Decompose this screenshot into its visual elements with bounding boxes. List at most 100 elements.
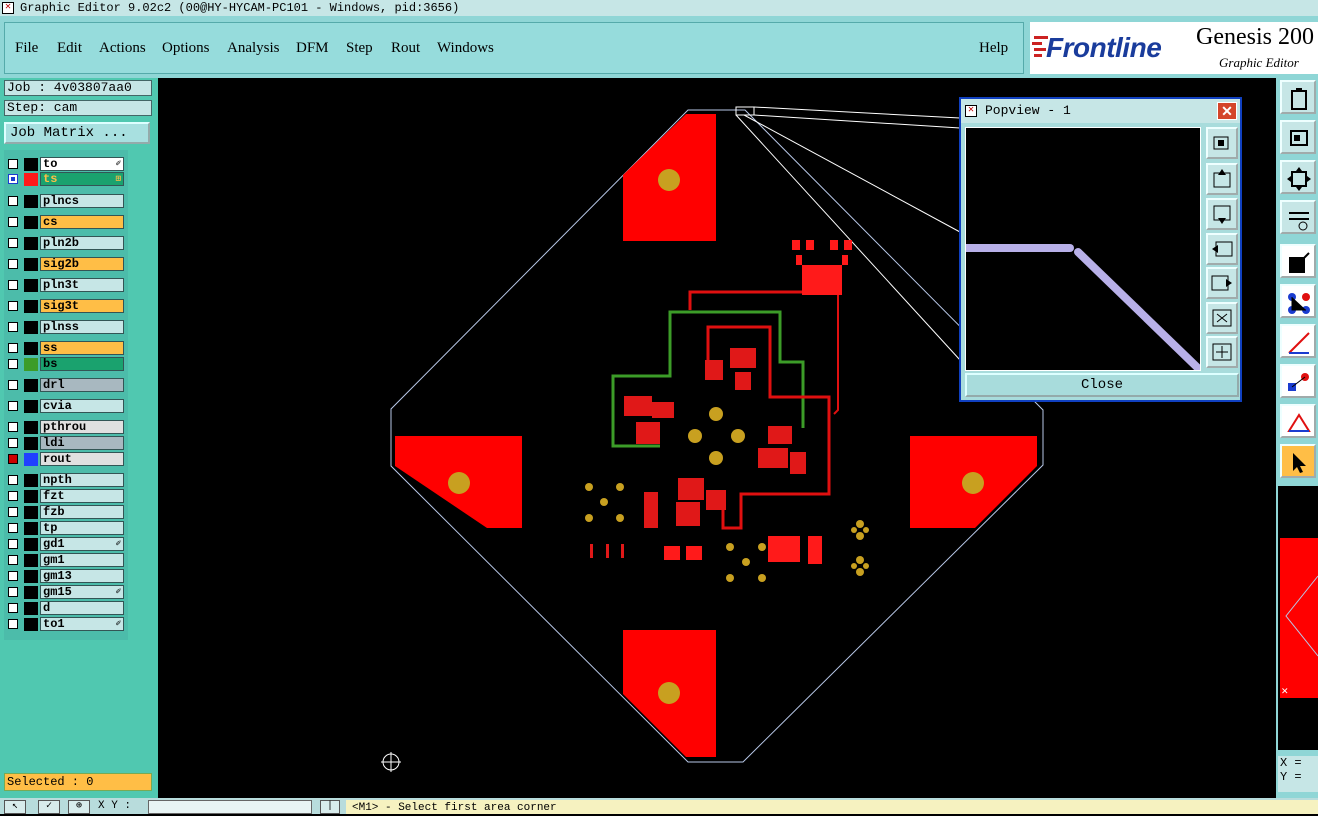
menu-step[interactable]: Step (346, 40, 373, 57)
layer-checkbox[interactable] (8, 401, 18, 411)
zoom-home-icon[interactable] (1280, 160, 1316, 194)
layer-row[interactable]: pln2b (4, 236, 126, 251)
pan-left-icon[interactable] (1206, 233, 1238, 265)
layer-name[interactable]: gm13 (40, 569, 124, 583)
pointer-icon[interactable] (1280, 444, 1316, 478)
layer-row[interactable]: cs (4, 215, 126, 230)
layer-checkbox[interactable] (8, 507, 18, 517)
check-icon[interactable]: ✓ (38, 800, 60, 814)
layer-name[interactable]: rout (40, 452, 124, 466)
layer-color-swatch[interactable] (24, 618, 38, 631)
layer-row[interactable]: ss (4, 341, 126, 356)
menu-windows[interactable]: Windows (437, 40, 494, 57)
layer-row[interactable]: gm13 (4, 569, 126, 584)
popview-close-icon[interactable]: ✕ (1217, 102, 1237, 120)
menu-edit[interactable]: Edit (57, 40, 82, 57)
layer-name[interactable]: npth (40, 473, 124, 487)
layer-color-swatch[interactable] (24, 437, 38, 450)
layer-name[interactable]: plnss (40, 320, 124, 334)
layer-checkbox[interactable] (8, 539, 18, 549)
layer-checkbox[interactable] (8, 322, 18, 332)
job-matrix-button[interactable]: Job Matrix ... (4, 122, 150, 144)
layer-color-swatch[interactable] (24, 342, 38, 355)
layer-name[interactable]: pln2b (40, 236, 124, 250)
layer-checkbox[interactable] (8, 259, 18, 269)
select-arrow-icon[interactable]: ↖ (4, 800, 26, 814)
layer-row[interactable]: tp (4, 521, 126, 536)
layer-color-swatch[interactable] (24, 400, 38, 413)
settings-icon[interactable] (1280, 200, 1316, 234)
layer-name[interactable]: gm1 (40, 553, 124, 567)
menu-actions[interactable]: Actions (99, 40, 146, 57)
layer-checkbox[interactable] (8, 454, 18, 464)
layer-checkbox[interactable] (8, 619, 18, 629)
layer-checkbox[interactable] (8, 280, 18, 290)
layer-name[interactable]: gm15 ✐ (40, 585, 124, 599)
layer-checkbox[interactable] (8, 238, 18, 248)
measure-tool-icon[interactable] (1280, 324, 1316, 358)
layer-name[interactable]: fzt (40, 489, 124, 503)
layer-name[interactable]: tp (40, 521, 124, 535)
layer-name[interactable]: gd1 ✐ (40, 537, 124, 551)
layer-name[interactable]: to ✐ (40, 157, 124, 171)
layer-color-swatch[interactable] (24, 570, 38, 583)
layer-checkbox[interactable] (8, 438, 18, 448)
layer-checkbox[interactable] (8, 217, 18, 227)
layer-name[interactable]: pthrou (40, 420, 124, 434)
layer-checkbox[interactable] (8, 343, 18, 353)
layer-color-swatch[interactable] (24, 421, 38, 434)
layer-name[interactable]: cs (40, 215, 124, 229)
zoom-in-icon[interactable] (1206, 127, 1238, 159)
layer-color-swatch[interactable] (24, 237, 38, 250)
layer-row[interactable]: cvia (4, 399, 126, 414)
layer-color-swatch[interactable] (24, 195, 38, 208)
layer-checkbox[interactable] (8, 422, 18, 432)
layer-row[interactable]: sig3t (4, 299, 126, 314)
xy-input[interactable] (148, 800, 312, 814)
clipboard-icon[interactable] (1280, 80, 1316, 114)
layer-checkbox[interactable] (8, 603, 18, 613)
layer-checkbox[interactable] (8, 587, 18, 597)
layer-checkbox[interactable] (8, 523, 18, 533)
menu-help[interactable]: Help (979, 40, 1008, 57)
layer-color-swatch[interactable] (24, 538, 38, 551)
layer-color-swatch[interactable] (24, 506, 38, 519)
pan-down-icon[interactable] (1206, 198, 1238, 230)
layer-name[interactable]: ts ⊞ (40, 172, 124, 186)
menu-file[interactable]: File (15, 40, 38, 57)
layer-checkbox[interactable] (8, 475, 18, 485)
layer-name[interactable]: pln3t (40, 278, 124, 292)
layer-row[interactable]: d (4, 601, 126, 616)
layer-name[interactable]: drl (40, 378, 124, 392)
layer-name[interactable]: plncs (40, 194, 124, 208)
menu-options[interactable]: Options (162, 40, 210, 57)
layer-checkbox[interactable] (8, 571, 18, 581)
layer-checkbox[interactable] (8, 555, 18, 565)
layer-name[interactable]: fzb (40, 505, 124, 519)
layer-row[interactable]: fzt (4, 489, 126, 504)
layer-color-swatch[interactable] (24, 490, 38, 503)
layer-row[interactable]: plncs (4, 194, 126, 209)
layer-row[interactable]: pthrou (4, 420, 126, 435)
layer-row[interactable]: to ✐ (4, 157, 126, 172)
layer-name[interactable]: sig2b (40, 257, 124, 271)
layer-name[interactable]: cvia (40, 399, 124, 413)
layer-color-swatch[interactable] (24, 321, 38, 334)
pan-right-icon[interactable] (1206, 267, 1238, 299)
layer-color-swatch[interactable] (24, 602, 38, 615)
layer-row[interactable]: ts ⊞ (4, 172, 126, 187)
layer-row[interactable]: gm1 (4, 553, 126, 568)
layer-row[interactable]: drl (4, 378, 126, 393)
layer-color-swatch[interactable] (24, 453, 38, 466)
layer-color-swatch[interactable] (24, 258, 38, 271)
layer-checkbox[interactable] (8, 380, 18, 390)
layer-checkbox[interactable] (8, 196, 18, 206)
menu-dfm[interactable]: DFM (296, 40, 329, 57)
layer-row[interactable]: fzb (4, 505, 126, 520)
layer-color-swatch[interactable] (24, 358, 38, 371)
layer-color-swatch[interactable] (24, 173, 38, 186)
triangle-tool-icon[interactable] (1280, 404, 1316, 438)
layer-color-swatch[interactable] (24, 474, 38, 487)
layer-checkbox[interactable] (8, 301, 18, 311)
layer-row[interactable]: bs (4, 357, 126, 372)
